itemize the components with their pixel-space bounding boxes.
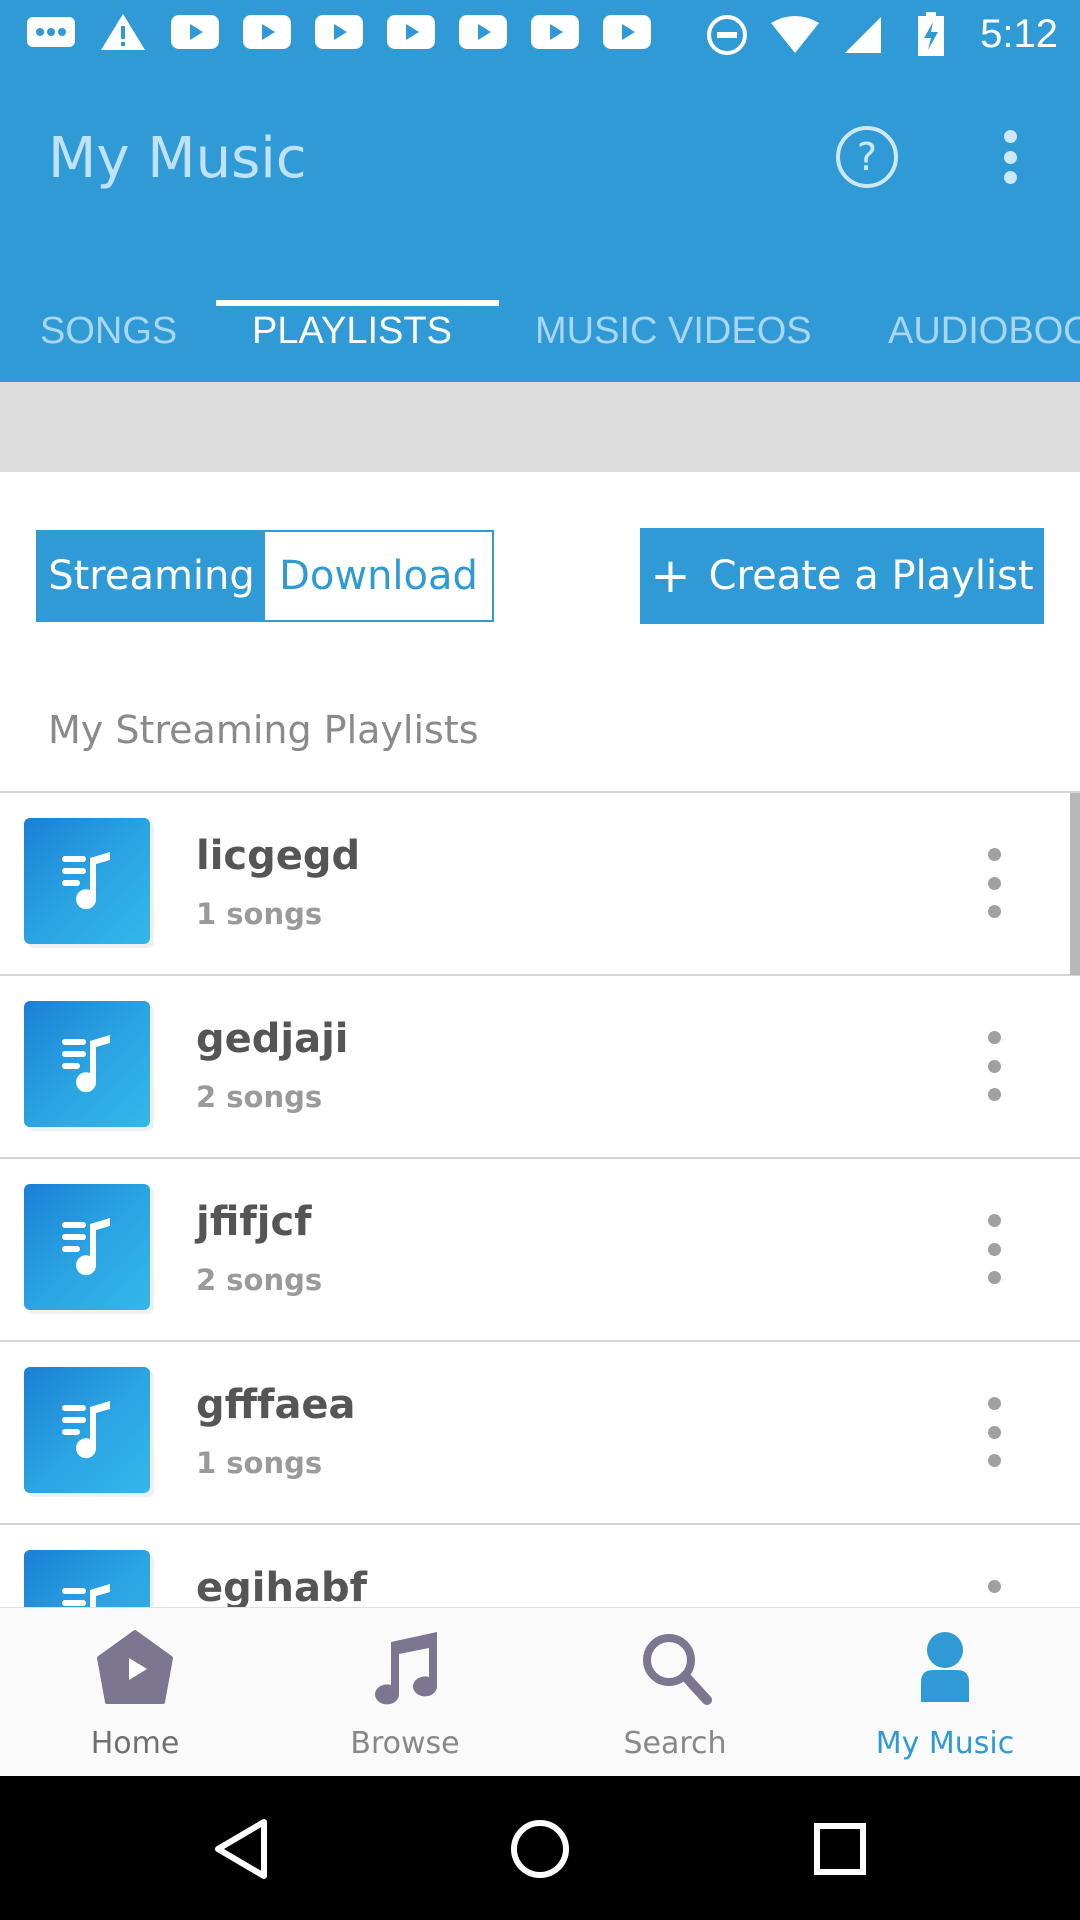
playlist-list: licgegd 1 songs gedjaji 2 songs jfifjcf …	[0, 793, 1080, 1607]
playlist-row[interactable]: gedjaji 2 songs	[0, 976, 1080, 1159]
more-vert-icon	[1003, 130, 1017, 143]
nav-browse[interactable]: Browse	[270, 1608, 540, 1777]
playlist-more-button[interactable]	[982, 1031, 1006, 1101]
playlist-row[interactable]: gfffaea 1 songs	[0, 1342, 1080, 1525]
playlist-row[interactable]: egihabf	[0, 1525, 1080, 1607]
youtube-icon	[530, 14, 580, 50]
search-icon	[643, 1634, 712, 1705]
nav-browse-label: Browse	[350, 1726, 460, 1761]
clock: 5:12	[980, 12, 1058, 56]
music-note-icon	[375, 1632, 438, 1705]
nav-search[interactable]: Search	[540, 1608, 810, 1777]
page-title: My Music	[48, 126, 307, 191]
tab-music-videos[interactable]: MUSIC VIDEOS	[535, 280, 812, 382]
youtube-icon	[170, 14, 220, 50]
playlist-more-button[interactable]	[982, 1580, 1006, 1607]
more-vert-icon	[987, 1214, 1001, 1227]
tab-audiobooks[interactable]: AUDIOBOO	[888, 280, 1080, 382]
playlist-thumbnail	[24, 1550, 150, 1607]
youtube-icon	[458, 14, 508, 50]
playlist-name: gedjaji	[196, 1016, 349, 1062]
active-tab-indicator	[216, 300, 499, 306]
overflow-menu-button[interactable]	[990, 122, 1030, 192]
playlist-song-count: 2 songs	[196, 1080, 323, 1114]
tab-songs[interactable]: SONGS	[40, 280, 177, 382]
youtube-icon	[386, 14, 436, 50]
nav-home-label: Home	[90, 1726, 180, 1761]
playlist-thumbnail	[24, 1184, 150, 1310]
playlist-more-button[interactable]	[982, 1397, 1006, 1467]
playlist-thumbnail	[24, 818, 150, 944]
svg-text:?: ?	[857, 135, 877, 179]
person-icon	[921, 1632, 969, 1702]
streaming-download-toggle: Streaming Download	[36, 530, 494, 622]
help-icon: ?	[836, 126, 898, 188]
bottom-navigation: Home Browse Search My Music	[0, 1607, 1080, 1777]
system-status-icons: 5:12	[702, 11, 1058, 57]
plus-icon: +	[650, 548, 691, 604]
youtube-icon	[602, 14, 652, 50]
more-vert-icon	[987, 848, 1001, 861]
youtube-icon	[314, 14, 364, 50]
spacer-band	[0, 382, 1080, 472]
signal-icon	[838, 16, 888, 53]
playlist-row[interactable]: jfifjcf 2 songs	[0, 1159, 1080, 1342]
streaming-toggle-button[interactable]: Streaming	[38, 532, 265, 620]
playlist-name: egihabf	[196, 1565, 367, 1607]
warning-icon	[98, 14, 148, 50]
tab-bar: SONGS PLAYLISTS MUSIC VIDEOS AUDIOBOO	[0, 280, 1080, 382]
more-vert-icon	[987, 1031, 1001, 1044]
battery-charging-icon	[906, 11, 956, 56]
home-icon	[97, 1630, 173, 1704]
playlist-name: gfffaea	[196, 1382, 356, 1428]
message-icon	[26, 14, 76, 50]
nav-my-music[interactable]: My Music	[810, 1608, 1080, 1777]
status-bar: 5:12	[0, 0, 1080, 76]
youtube-icon	[242, 14, 292, 50]
create-playlist-button[interactable]: + Create a Playlist	[640, 528, 1044, 624]
playlist-name: licgegd	[196, 833, 361, 879]
create-playlist-label: Create a Playlist	[708, 553, 1034, 599]
app-bar: My Music ? SONGS PLAYLISTS MUSIC VIDEOS …	[0, 76, 1080, 382]
playlist-thumbnail	[24, 1367, 150, 1493]
playlist-name: jfifjcf	[196, 1199, 312, 1245]
playlist-row[interactable]: licgegd 1 songs	[0, 793, 1080, 976]
help-button[interactable]: ?	[832, 122, 902, 192]
playlist-music-icon	[62, 852, 110, 910]
notification-icons	[26, 14, 652, 50]
more-vert-icon	[987, 1397, 1001, 1410]
nav-search-label: Search	[623, 1726, 727, 1761]
playlist-music-icon	[62, 1035, 110, 1093]
tab-playlists[interactable]: PLAYLISTS	[252, 280, 452, 382]
more-vert-icon	[987, 1580, 1001, 1593]
dnd-icon	[702, 14, 752, 55]
recents-button[interactable]	[795, 1804, 885, 1894]
home-system-button[interactable]	[495, 1804, 585, 1894]
playlist-music-icon	[62, 1218, 110, 1276]
playlist-song-count: 1 songs	[196, 1446, 323, 1480]
recents-icon	[814, 1823, 866, 1875]
playlist-music-icon	[62, 1584, 110, 1607]
home-circle-icon	[511, 1820, 569, 1878]
playlist-song-count: 2 songs	[196, 1263, 323, 1297]
section-title: My Streaming Playlists	[48, 708, 479, 752]
wifi-icon	[770, 15, 820, 53]
playlist-music-icon	[62, 1401, 110, 1459]
playlist-song-count: 1 songs	[196, 897, 323, 931]
nav-home[interactable]: Home	[0, 1608, 270, 1777]
back-icon	[215, 1819, 267, 1879]
nav-my-music-label: My Music	[875, 1726, 1015, 1761]
download-toggle-button[interactable]: Download	[265, 532, 492, 620]
playlist-more-button[interactable]	[982, 848, 1006, 918]
playlist-thumbnail	[24, 1001, 150, 1127]
playlist-more-button[interactable]	[982, 1214, 1006, 1284]
back-button[interactable]	[196, 1804, 286, 1894]
system-navigation-bar	[0, 1776, 1080, 1920]
list-scrollbar[interactable]	[1070, 793, 1080, 975]
